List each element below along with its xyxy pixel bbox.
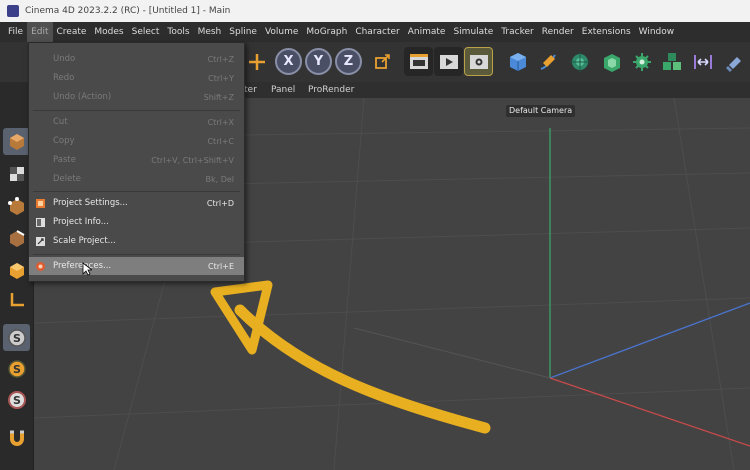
menu-item-delete[interactable]: Delete Bk, Del — [29, 170, 244, 188]
menu-item-project-info[interactable]: Project Info... — [29, 213, 244, 231]
edit-menu-dropdown: Undo Ctrl+Z Redo Ctrl+Y Undo (Action) Sh… — [28, 42, 245, 282]
menu-item-paste[interactable]: Paste Ctrl+V, Ctrl+Shift+V — [29, 151, 244, 169]
scale-project-icon — [36, 236, 45, 246]
project-info-icon — [36, 217, 45, 227]
menu-item-undo-action[interactable]: Undo (Action) Shift+Z — [29, 88, 244, 106]
menu-separator — [33, 254, 240, 255]
menu-item-redo[interactable]: Redo Ctrl+Y — [29, 69, 244, 87]
project-settings-icon — [36, 198, 45, 208]
menu-item-scale-project[interactable]: Scale Project... — [29, 232, 244, 250]
menu-separator — [33, 191, 240, 192]
menu-separator — [33, 110, 240, 111]
mouse-cursor-icon — [82, 262, 92, 276]
preferences-gear-icon — [36, 261, 45, 271]
menu-item-project-settings[interactable]: Project Settings... Ctrl+D — [29, 194, 244, 212]
menu-item-copy[interactable]: Copy Ctrl+C — [29, 132, 244, 150]
menu-item-preferences[interactable]: Preferences... Ctrl+E — [29, 257, 244, 275]
menu-item-cut[interactable]: Cut Ctrl+X — [29, 113, 244, 131]
menu-item-undo[interactable]: Undo Ctrl+Z — [29, 50, 244, 68]
